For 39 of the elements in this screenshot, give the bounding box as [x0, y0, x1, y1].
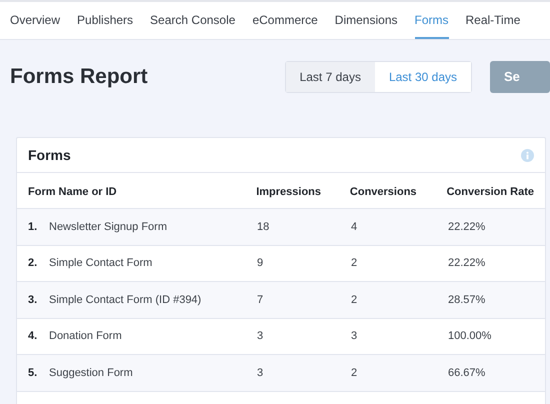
- table-cell: 28.57%: [448, 294, 486, 306]
- info-icon[interactable]: [521, 148, 534, 162]
- row-number: 4.: [28, 329, 38, 344]
- table-cell: 4: [351, 220, 358, 232]
- table-cell: 9: [257, 257, 264, 269]
- table-cell-text: Simple Contact Form: [49, 256, 152, 271]
- nav-tab[interactable]: Dimensions: [334, 2, 398, 39]
- nav-tab[interactable]: eCommerce: [252, 2, 318, 39]
- date-range-button[interactable]: Last 7 days: [286, 62, 375, 92]
- table-cell: 22.22%: [448, 220, 486, 232]
- table-cell: 2: [351, 257, 358, 269]
- table-cell-text: Donation Form: [49, 329, 122, 344]
- table-cell: 18: [257, 220, 270, 232]
- nav-tab[interactable]: Publishers: [77, 2, 134, 39]
- row-number: 5.: [28, 366, 38, 380]
- column-header: Impressions: [256, 186, 322, 198]
- table-cell: 2: [351, 294, 358, 306]
- table-cell: 3: [351, 330, 358, 342]
- table-cell-text: Suggestion Form: [49, 366, 133, 380]
- card-title: Forms: [28, 146, 71, 164]
- column-header: Conversion Rate: [446, 186, 534, 198]
- row-number: 1.: [28, 220, 38, 234]
- page-title: Forms Report: [10, 64, 149, 90]
- column-header: Form Name or ID: [28, 186, 117, 198]
- table-cell-text: Newsletter Signup Form: [49, 220, 167, 234]
- row-number: 3.: [28, 292, 38, 308]
- table-cell-text: Simple Contact Form (ID #394): [49, 292, 202, 308]
- nav-tab[interactable]: Real-Time: [466, 2, 520, 39]
- table-cell: 3: [257, 366, 264, 378]
- table-cell: 66.67%: [448, 366, 486, 378]
- column-header: Conversions: [350, 186, 417, 198]
- table-cell: 7: [257, 294, 264, 306]
- table-cell: 2: [351, 366, 358, 378]
- nav-tab[interactable]: Overview: [10, 2, 60, 39]
- table-cell: 22.22%: [448, 257, 486, 269]
- row-number: 2.: [28, 256, 38, 271]
- table-cell: 100.00%: [448, 330, 492, 342]
- table-cell: 3: [257, 330, 264, 342]
- nav-tab[interactable]: Search Console: [150, 2, 236, 39]
